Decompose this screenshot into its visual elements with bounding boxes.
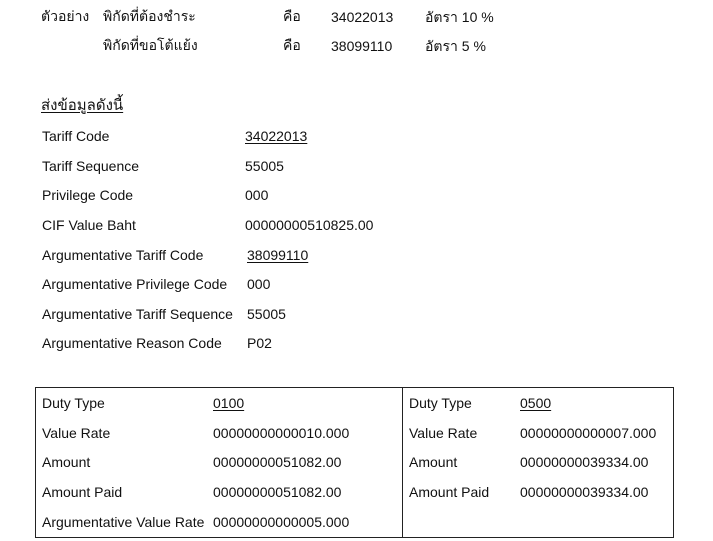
duty-left-value-value-rate: 00000000000010.000 (213, 425, 350, 441)
field-value-tariff-sequence: 55005 (245, 158, 284, 174)
rate-value: 5 % (461, 38, 486, 54)
field-label-arg-tariff-code: Argumentative Tariff Code (42, 247, 204, 263)
duty-left-label-duty-type: Duty Type (42, 395, 105, 411)
duty-left-label-amount: Amount (42, 454, 91, 470)
field-label-arg-tariff-sequence: Argumentative Tariff Sequence (42, 306, 233, 322)
duty-left-value-amount: 00000000051082.00 (213, 454, 342, 470)
field-value-arg-reason-code: P02 (247, 335, 272, 351)
field-value-tariff-code: 34022013 (245, 128, 308, 144)
example-code-payable: 34022013 (331, 9, 394, 25)
duty-right-value-amount: 00000000039334.00 (520, 454, 649, 470)
duty-left-value-amount-paid: 00000000051082.00 (213, 484, 342, 500)
field-label-tariff-code: Tariff Code (42, 128, 110, 144)
rate-prefix: อัตรา (425, 10, 458, 26)
example-desc-payable: พิกัดที่ต้องชำระ (103, 9, 196, 25)
field-label-arg-privilege-code: Argumentative Privilege Code (42, 276, 228, 292)
example-code-argued: 38099110 (331, 38, 393, 54)
example-desc-argued: พิกัดที่ขอโต้แย้ง (103, 38, 198, 54)
duty-right-value-value-rate: 00000000000007.000 (520, 425, 657, 441)
field-value-privilege-code: 000 (245, 187, 269, 203)
field-value-arg-tariff-code: 38099110 (247, 247, 309, 263)
example-is-word-payable: คือ (283, 9, 301, 25)
field-value-arg-tariff-sequence: 55005 (247, 306, 286, 322)
duty-left-value-arg-value-rate: 00000000000005.000 (213, 514, 350, 530)
field-label-tariff-sequence: Tariff Sequence (42, 158, 140, 174)
duty-right-label-duty-type: Duty Type (409, 395, 472, 411)
rate-prefix: อัตรา (425, 39, 458, 55)
duty-left-label-amount-paid: Amount Paid (42, 484, 123, 500)
example-rate-argued: อัตรา 5 % (425, 37, 486, 56)
field-label-arg-reason-code: Argumentative Reason Code (42, 335, 222, 351)
duty-right-value-amount-paid: 00000000039334.00 (520, 484, 649, 500)
field-value-arg-privilege-code: 000 (247, 276, 271, 292)
example-rate-payable: อัตรา 10 % (425, 8, 494, 27)
duty-left-label-value-rate: Value Rate (42, 425, 111, 441)
duty-table-divider (402, 388, 403, 537)
rate-value: 10 % (461, 9, 494, 25)
duty-right-label-value-rate: Value Rate (409, 425, 478, 441)
field-label-privilege-code: Privilege Code (42, 187, 134, 203)
duty-left-label-arg-value-rate: Argumentative Value Rate (42, 514, 205, 530)
example-is-word-argued: คือ (283, 38, 301, 54)
duty-right-value-duty-type: 0500 (520, 395, 552, 411)
field-label-cif-value: CIF Value Baht (42, 217, 136, 233)
field-value-cif-value: 00000000510825.00 (245, 217, 374, 233)
send-data-title: ส่งข้อมูลดังนี้ (41, 96, 124, 114)
duty-right-label-amount-paid: Amount Paid (409, 484, 490, 500)
duty-left-value-duty-type: 0100 (213, 395, 245, 411)
duty-right-label-amount: Amount (409, 454, 458, 470)
example-label: ตัวอย่าง (41, 9, 90, 25)
